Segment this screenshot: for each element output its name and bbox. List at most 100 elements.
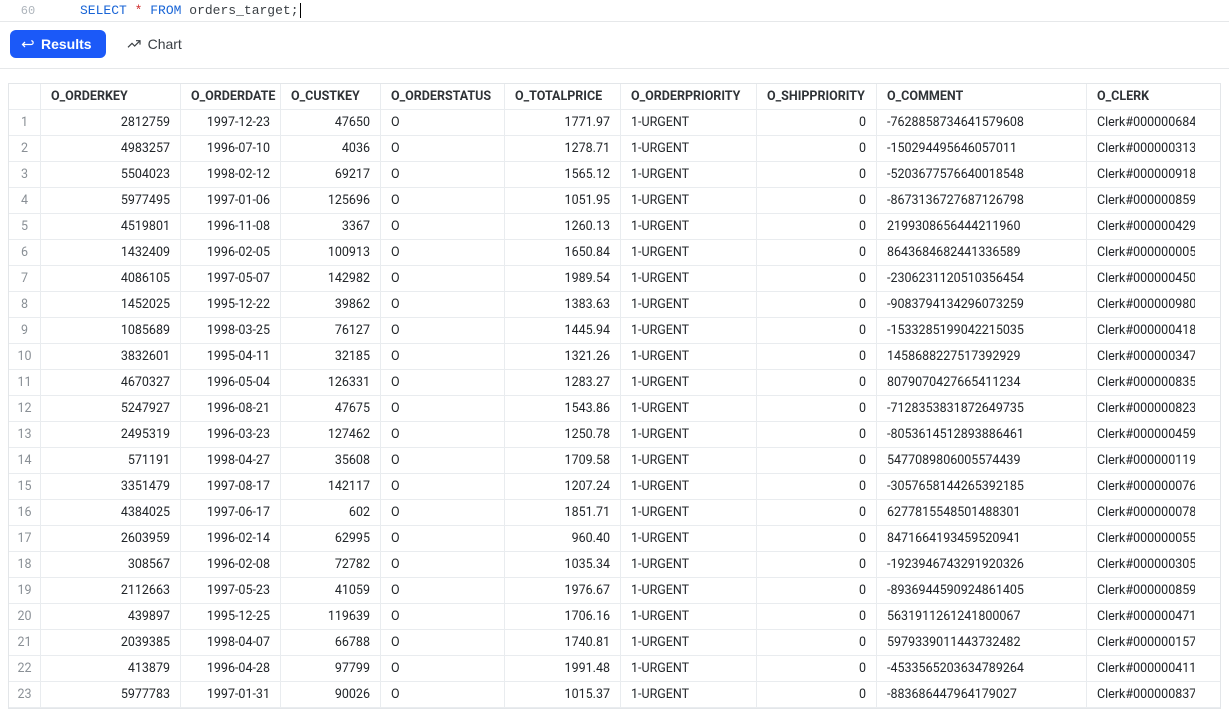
cell-orderpriority[interactable]: 1-URGENT [621,318,757,343]
cell-orderdate[interactable]: 1995-12-22 [181,292,281,317]
cell-clerk[interactable]: Clerk#000000055 [1087,526,1195,551]
cell-orderstatus[interactable]: O [381,422,505,447]
chart-tab[interactable]: Chart [126,36,182,52]
cell-orderstatus[interactable]: O [381,110,505,135]
cell-orderstatus[interactable]: O [381,292,505,317]
table-row[interactable]: 355040231998-02-1269217O1565.121-URGENT0… [9,162,1220,188]
cell-comment[interactable]: -1533285199042215035 [877,318,1087,343]
cell-custkey[interactable]: 3367 [281,214,381,239]
table-row[interactable]: 145711911998-04-2735608O1709.581-URGENT0… [9,448,1220,474]
cell-shippriority[interactable]: 0 [757,214,877,239]
cell-orderpriority[interactable]: 1-URGENT [621,344,757,369]
cell-totalprice[interactable]: 1445.94 [505,318,621,343]
sql-code[interactable]: SELECT * FROM orders_target; [48,3,301,18]
table-row[interactable]: 740861051997-05-07142982O1989.541-URGENT… [9,266,1220,292]
cell-totalprice[interactable]: 960.40 [505,526,621,551]
cell-totalprice[interactable]: 1706.16 [505,604,621,629]
cell-shippriority[interactable]: 0 [757,526,877,551]
cell-totalprice[interactable]: 1771.97 [505,110,621,135]
cell-custkey[interactable]: 66788 [281,630,381,655]
cell-totalprice[interactable]: 1035.34 [505,552,621,577]
cell-orderkey[interactable]: 4983257 [41,136,181,161]
cell-shippriority[interactable]: 0 [757,630,877,655]
cell-custkey[interactable]: 127462 [281,422,381,447]
cell-orderstatus[interactable]: O [381,526,505,551]
table-row[interactable]: 1726039591996-02-1462995O960.401-URGENT0… [9,526,1220,552]
cell-clerk[interactable]: Clerk#000000450 [1087,266,1195,291]
cell-orderdate[interactable]: 1996-02-08 [181,552,281,577]
cell-orderdate[interactable]: 1997-01-31 [181,682,281,707]
cell-orderdate[interactable]: 1997-01-06 [181,188,281,213]
cell-clerk[interactable]: Clerk#000000347 [1087,344,1195,369]
cell-totalprice[interactable]: 1383.63 [505,292,621,317]
cell-orderstatus[interactable]: O [381,474,505,499]
cell-orderpriority[interactable]: 1-URGENT [621,448,757,473]
cell-orderkey[interactable]: 2495319 [41,422,181,447]
cell-comment[interactable]: 2199308656444211960 [877,214,1087,239]
cell-orderstatus[interactable]: O [381,136,505,161]
cell-shippriority[interactable]: 0 [757,292,877,317]
cell-orderdate[interactable]: 1998-04-07 [181,630,281,655]
cell-orderpriority[interactable]: 1-URGENT [621,630,757,655]
cell-orderkey[interactable]: 439897 [41,604,181,629]
table-row[interactable]: 249832571996-07-104036O1278.711-URGENT0-… [9,136,1220,162]
table-row[interactable]: 1252479271996-08-2147675O1543.861-URGENT… [9,396,1220,422]
cell-shippriority[interactable]: 0 [757,422,877,447]
cell-clerk[interactable]: Clerk#000000076 [1087,474,1195,499]
cell-comment[interactable]: -7628858734641579608 [877,110,1087,135]
cell-clerk[interactable]: Clerk#000000005 [1087,240,1195,265]
cell-orderstatus[interactable]: O [381,656,505,681]
cell-orderstatus[interactable]: O [381,266,505,291]
cell-custkey[interactable]: 62995 [281,526,381,551]
cell-clerk[interactable]: Clerk#000000157 [1087,630,1195,655]
cell-orderkey[interactable]: 3351479 [41,474,181,499]
cell-orderstatus[interactable]: O [381,318,505,343]
cell-clerk[interactable]: Clerk#000000305 [1087,552,1195,577]
cell-orderkey[interactable]: 4086105 [41,266,181,291]
cell-orderkey[interactable]: 1452025 [41,292,181,317]
cell-orderpriority[interactable]: 1-URGENT [621,474,757,499]
cell-totalprice[interactable]: 1543.86 [505,396,621,421]
cell-comment[interactable]: 5631911261241800067 [877,604,1087,629]
cell-orderkey[interactable]: 4519801 [41,214,181,239]
cell-orderdate[interactable]: 1995-04-11 [181,344,281,369]
cell-totalprice[interactable]: 1321.26 [505,344,621,369]
cell-shippriority[interactable]: 0 [757,318,877,343]
cell-shippriority[interactable]: 0 [757,448,877,473]
cell-orderdate[interactable]: 1998-03-25 [181,318,281,343]
table-row[interactable]: 614324091996-02-05100913O1650.841-URGENT… [9,240,1220,266]
cell-comment[interactable]: 8079070427665411234 [877,370,1087,395]
cell-clerk[interactable]: Clerk#000000313 [1087,136,1195,161]
cell-shippriority[interactable]: 0 [757,266,877,291]
cell-orderpriority[interactable]: 1-URGENT [621,422,757,447]
cell-custkey[interactable]: 35608 [281,448,381,473]
cell-orderpriority[interactable]: 1-URGENT [621,136,757,161]
cell-totalprice[interactable]: 1207.24 [505,474,621,499]
table-row[interactable]: 459774951997-01-06125696O1051.951-URGENT… [9,188,1220,214]
cell-shippriority[interactable]: 0 [757,136,877,161]
cell-shippriority[interactable]: 0 [757,474,877,499]
cell-orderstatus[interactable]: O [381,500,505,525]
cell-comment[interactable]: -8673136727687126798 [877,188,1087,213]
cell-totalprice[interactable]: 1051.95 [505,188,621,213]
cell-orderdate[interactable]: 1996-07-10 [181,136,281,161]
cell-clerk[interactable]: Clerk#000000418 [1087,318,1195,343]
table-row[interactable]: 545198011996-11-083367O1260.131-URGENT02… [9,214,1220,240]
cell-orderpriority[interactable]: 1-URGENT [621,500,757,525]
table-row[interactable]: 1038326011995-04-1132185O1321.261-URGENT… [9,344,1220,370]
cell-custkey[interactable]: 72782 [281,552,381,577]
cell-orderdate[interactable]: 1996-11-08 [181,214,281,239]
cell-clerk[interactable]: Clerk#000000459 [1087,422,1195,447]
cell-comment[interactable]: 1458688227517392929 [877,344,1087,369]
cell-custkey[interactable]: 97799 [281,656,381,681]
cell-orderpriority[interactable]: 1-URGENT [621,552,757,577]
cell-orderkey[interactable]: 5977783 [41,682,181,707]
cell-comment[interactable]: -883686447964179027 [877,682,1087,707]
cell-orderpriority[interactable]: 1-URGENT [621,292,757,317]
cell-shippriority[interactable]: 0 [757,682,877,707]
cell-orderkey[interactable]: 413879 [41,656,181,681]
table-row[interactable]: 1324953191996-03-23127462O1250.781-URGEN… [9,422,1220,448]
cell-totalprice[interactable]: 1260.13 [505,214,621,239]
col-header-shippriority[interactable]: O_SHIPPRIORITY [757,84,877,109]
cell-comment[interactable]: -4533565203634789264 [877,656,1087,681]
